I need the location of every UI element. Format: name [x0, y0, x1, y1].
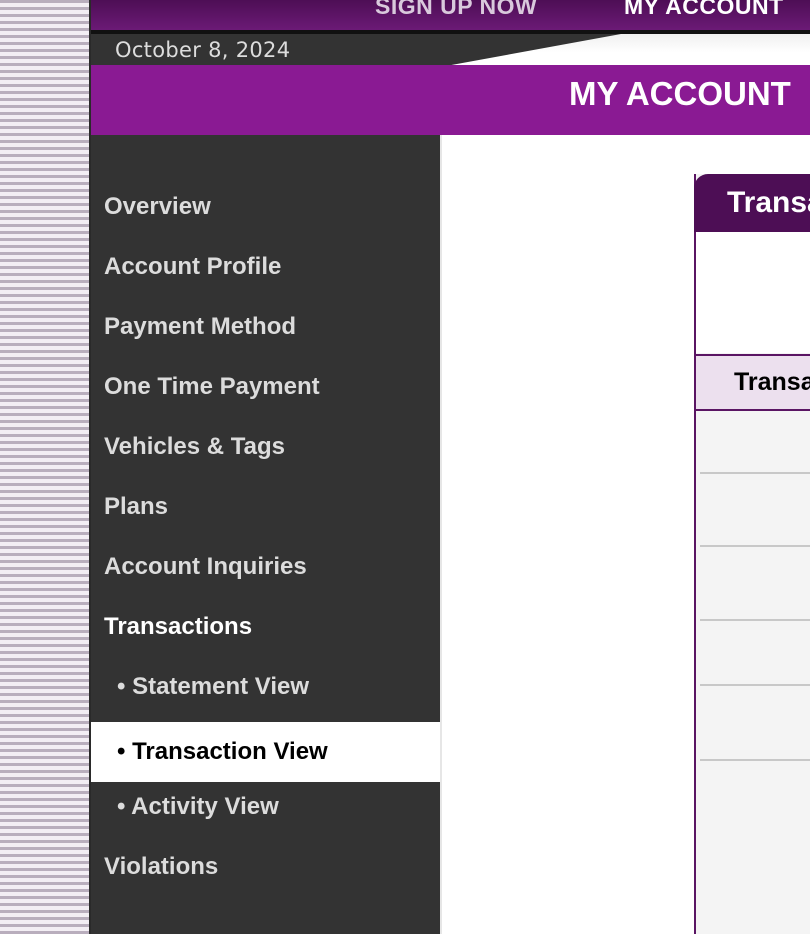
sidebar-item-label: Account Profile — [104, 253, 282, 280]
striped-background — [0, 0, 89, 934]
table-header: Transa — [696, 354, 810, 411]
sidebar-item-label: Account Inquiries — [104, 553, 307, 580]
sidebar-item-statement-view[interactable]: • Statement View — [91, 657, 440, 717]
sidebar-item-label: Plans — [104, 493, 169, 520]
sidebar-item-transaction-view[interactable]: • Transaction View — [91, 722, 440, 782]
sidebar-item-label: • Activity View — [117, 793, 279, 820]
page-header: MY ACCOUNT — [91, 65, 810, 135]
sidebar-item-overview[interactable]: Overview — [91, 177, 440, 237]
sidebar-item-label: • Statement View — [117, 673, 310, 700]
sidebar-item-label: Overview — [104, 193, 211, 220]
sidebar-item-transactions[interactable]: Transactions — [91, 597, 440, 657]
panel-filter-area — [696, 232, 810, 353]
page-title: MY ACCOUNT — [569, 75, 791, 112]
sidebar-item-one-time-payment[interactable]: One Time Payment — [91, 357, 440, 417]
table-row-divider — [700, 619, 810, 621]
current-date: October 8, 2024 — [115, 38, 291, 62]
sidebar-item-label: Violations — [104, 853, 219, 880]
table-row-divider — [700, 684, 810, 686]
table-column-header[interactable]: Transa — [734, 368, 810, 397]
sidebar-item-account-inquiries[interactable]: Account Inquiries — [91, 537, 440, 597]
sidebar-item-account-profile[interactable]: Account Profile — [91, 237, 440, 297]
sidebar-item-violations[interactable]: Violations — [91, 837, 440, 897]
sidebar-item-plans[interactable]: Plans — [91, 477, 440, 537]
nav-sign-up-now[interactable]: SIGN UP NOW — [375, 0, 537, 20]
panel-title: Transa — [727, 186, 810, 219]
nav-my-account[interactable]: MY ACCOUNT — [624, 0, 784, 20]
table-row-divider — [700, 472, 810, 474]
sidebar-item-label: Transactions — [104, 613, 253, 640]
sidebar-item-vehicles-tags[interactable]: Vehicles & Tags — [91, 417, 440, 477]
sidebar-item-label: Payment Method — [104, 313, 297, 340]
sidebar: Overview Account Profile Payment Method … — [91, 135, 442, 934]
sidebar-item-label: • Transaction View — [117, 738, 328, 765]
table-row-divider — [700, 545, 810, 547]
panel-header: Transa — [694, 174, 810, 232]
sidebar-item-label: Vehicles & Tags — [104, 433, 285, 460]
top-navigation: SIGN UP NOW MY ACCOUNT — [91, 0, 810, 34]
sidebar-item-label: One Time Payment — [104, 373, 320, 400]
date-bar: October 8, 2024 — [91, 34, 810, 65]
sidebar-item-payment-method[interactable]: Payment Method — [91, 297, 440, 357]
sidebar-item-activity-view[interactable]: • Activity View — [91, 777, 440, 837]
table-row-divider — [700, 759, 810, 761]
